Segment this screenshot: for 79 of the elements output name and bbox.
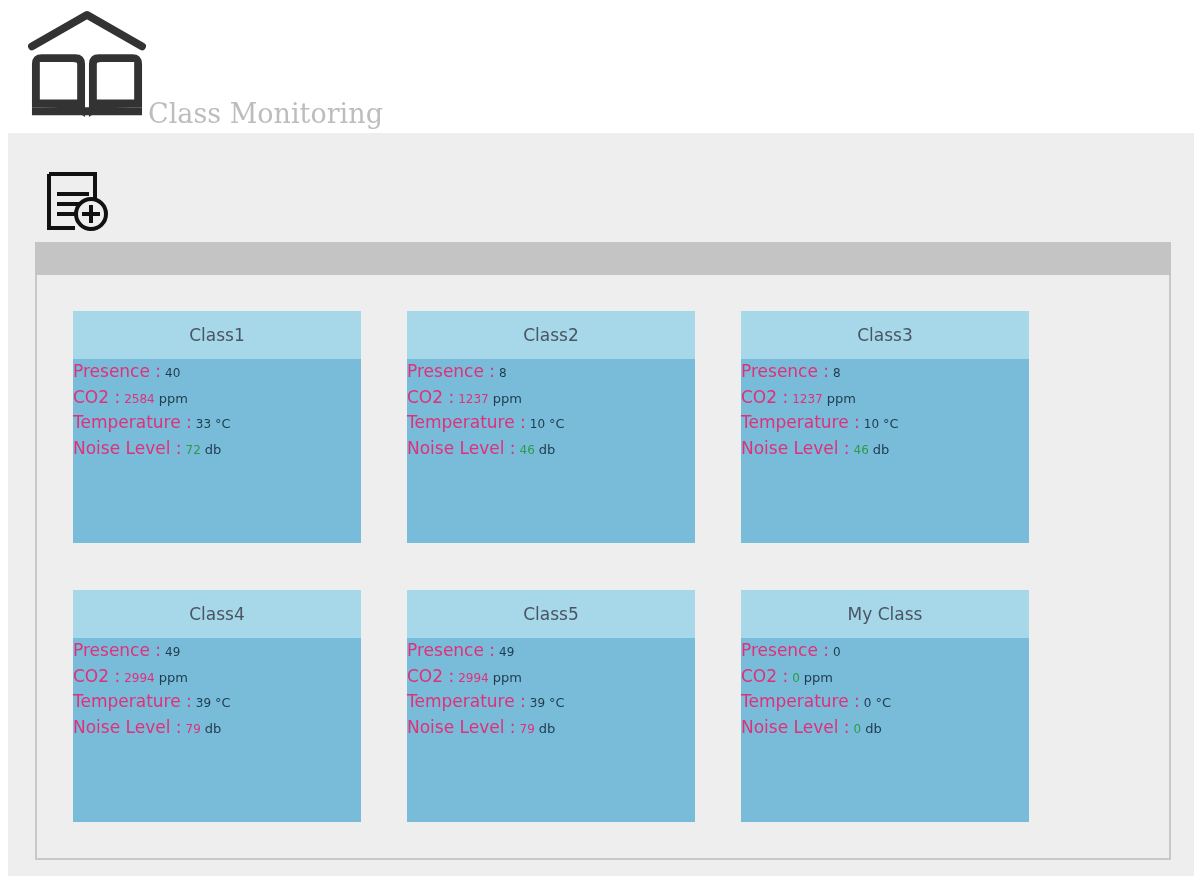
metric-label: Noise Level : (407, 437, 516, 458)
metric-label: Temperature : (73, 412, 192, 432)
class-name: Class1 (73, 311, 361, 359)
metric-label: Noise Level : (741, 437, 850, 458)
class-card[interactable]: Class1 Presence : 40 CO2 : 2584 ppm Temperature : 33 °C Noise Level : 72 db (73, 311, 361, 543)
class-name: My Class (741, 590, 1029, 638)
metric-value: 72 (185, 442, 201, 457)
metric-label: Temperature : (73, 691, 192, 711)
metric-label: Noise Level : (73, 437, 182, 458)
metric-value: 46 (853, 442, 869, 457)
metric-label: Temperature : (741, 691, 860, 711)
metric-label: Temperature : (741, 412, 860, 432)
app-title: Class Monitoring (148, 100, 383, 127)
metric-label: Temperature : (407, 691, 526, 711)
metric-label: Presence : (73, 361, 162, 381)
metric-value: 8 (499, 366, 507, 380)
metric-unit: ppm (803, 669, 833, 685)
metric-value: 1237 (792, 391, 823, 406)
metric-value: 10 (863, 417, 880, 431)
metric-value: 2584 (124, 391, 155, 406)
metric-label: CO2 : (407, 665, 455, 686)
metric-unit: ppm (492, 669, 522, 685)
metric-value: 0 (853, 721, 862, 736)
metric-label: Noise Level : (73, 716, 182, 737)
metric-unit: db (538, 441, 556, 457)
metric-label: CO2 : (73, 386, 121, 407)
metric-unit: db (204, 720, 222, 736)
class-card[interactable]: Class2 Presence : 8 CO2 : 1237 ppm Temperature : 10 °C Noise Level : 46 db (407, 311, 695, 543)
metric-unit: ppm (492, 390, 522, 406)
metric-value: 33 (195, 417, 212, 431)
metric-unit: ppm (826, 390, 856, 406)
metric-unit: °C (883, 416, 899, 431)
metric-unit: °C (215, 695, 231, 710)
metric-value: 0 (792, 670, 800, 685)
metric-value: 0 (863, 696, 872, 710)
metric-value: 8 (833, 366, 841, 380)
metric-label: Noise Level : (741, 716, 850, 737)
metric-value: 1237 (458, 391, 489, 406)
metric-unit: °C (875, 695, 892, 710)
metric-unit: db (872, 441, 890, 457)
metric-value: 39 (195, 696, 212, 710)
metric-label: CO2 : (741, 386, 789, 407)
metric-value: 10 (529, 417, 546, 431)
metric-unit: °C (549, 416, 565, 431)
metric-unit: ppm (158, 390, 188, 406)
metric-value: 39 (529, 696, 546, 710)
class-card[interactable]: Class3 Presence : 8 CO2 : 1237 ppm Temperature : 10 °C Noise Level : 46 db (741, 311, 1029, 543)
metric-label: Temperature : (407, 412, 526, 432)
metric-unit: db (204, 441, 222, 457)
metric-label: Presence : (407, 640, 496, 660)
metric-value: 79 (519, 721, 535, 736)
metric-label: Noise Level : (407, 716, 516, 737)
metric-label: CO2 : (73, 665, 121, 686)
class-card[interactable]: Class4 Presence : 49 CO2 : 2994 ppm Temperature : 39 °C Noise Level : 79 db (73, 590, 361, 822)
metric-value: 2994 (124, 670, 155, 685)
class-name: Class5 (407, 590, 695, 638)
metric-label: CO2 : (741, 665, 789, 686)
metric-unit: °C (549, 695, 565, 710)
metric-unit: ppm (158, 669, 188, 685)
class-name: Class3 (741, 311, 1029, 359)
metric-value: 49 (165, 645, 181, 659)
metric-unit: °C (215, 416, 231, 431)
metric-value: 49 (499, 645, 515, 659)
metric-label: Presence : (407, 361, 496, 381)
metric-value: 0 (833, 645, 841, 659)
class-name: Class4 (73, 590, 361, 638)
class-card[interactable]: My Class Presence : 0 CO2 : 0 ppm Temperature : 0 °C Noise Level : 0 db (741, 590, 1029, 822)
metric-label: Presence : (73, 640, 162, 660)
metric-value: 40 (165, 366, 181, 380)
metric-value: 46 (519, 442, 535, 457)
metric-label: Presence : (741, 361, 830, 381)
metric-label: Presence : (741, 640, 830, 660)
metric-label: CO2 : (407, 386, 455, 407)
metric-unit: db (538, 720, 556, 736)
metric-value: 79 (185, 721, 201, 736)
metric-value: 2994 (458, 670, 489, 685)
metric-unit: db (865, 720, 882, 736)
class-name: Class2 (407, 311, 695, 359)
class-card[interactable]: Class5 Presence : 49 CO2 : 2994 ppm Temperature : 39 °C Noise Level : 79 db (407, 590, 695, 822)
